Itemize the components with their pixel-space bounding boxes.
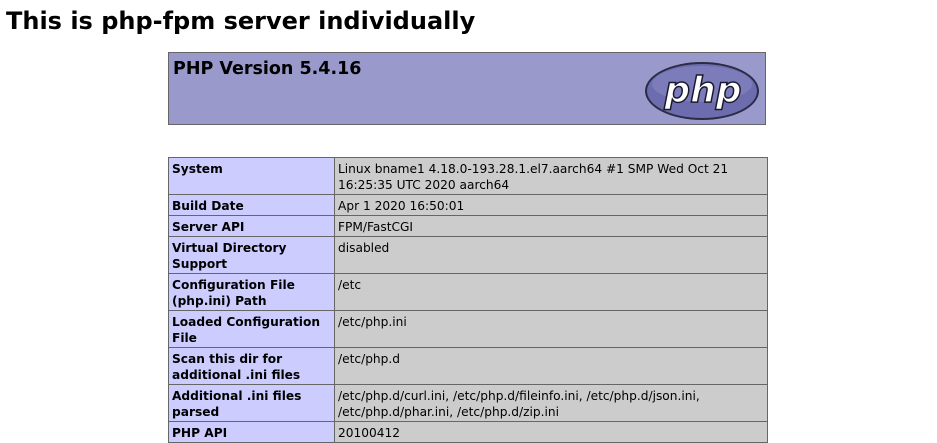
php-version-title: PHP Version 5.4.16 [173,59,362,79]
info-value: /etc/php.ini [334,310,768,348]
info-label: Additional .ini files parsed [168,384,335,422]
php-version-header: PHP Version 5.4.16 php [168,52,766,125]
info-value: FPM/FastCGI [334,215,768,237]
php-logo-text: php [663,70,741,111]
table-row: Loaded Configuration File/etc/php.ini [168,310,768,348]
info-value: Linux bname1 4.18.0-193.28.1.el7.aarch64… [334,157,768,195]
table-row: System Linux bname1 4.18.0-193.28.1.el7.a… [168,157,768,195]
table-row: Server API FPM/FastCGI [168,215,768,237]
table-row: Virtual Directory Support disabled [168,236,768,274]
info-label: Configuration File (php.ini) Path [168,273,335,311]
info-label: Server API [168,215,335,237]
info-value: /etc/php.d/curl.ini, /etc/php.d/fileinfo… [334,384,768,422]
info-label: Loaded Configuration File [168,310,335,348]
info-value: 20100412 [334,421,768,443]
table-row: Scan this dir for additional .ini files /… [168,347,768,385]
php-info-table: System Linux bname1 4.18.0-193.28.1.el7.a… [168,157,768,443]
info-value: disabled [334,236,768,274]
table-row: Build Date Apr 1 2020 16:50:01 [168,194,768,216]
page-heading: This is php-fpm server individually [6,7,476,35]
php-logo: php [645,62,759,120]
info-label: PHP API [168,421,335,443]
info-value: Apr 1 2020 16:50:01 [334,194,768,216]
info-label: Scan this dir for additional .ini files [168,347,335,385]
table-row: Configuration File (php.ini) Path/etc [168,273,768,311]
table-row: PHP API 20100412 [168,421,768,443]
info-label: System [168,157,335,195]
info-label: Build Date [168,194,335,216]
table-row: Additional .ini files parsed/etc/php.d/c… [168,384,768,422]
info-value: /etc [334,273,768,311]
info-value: /etc/php.d [334,347,768,385]
info-label: Virtual Directory Support [168,236,335,274]
